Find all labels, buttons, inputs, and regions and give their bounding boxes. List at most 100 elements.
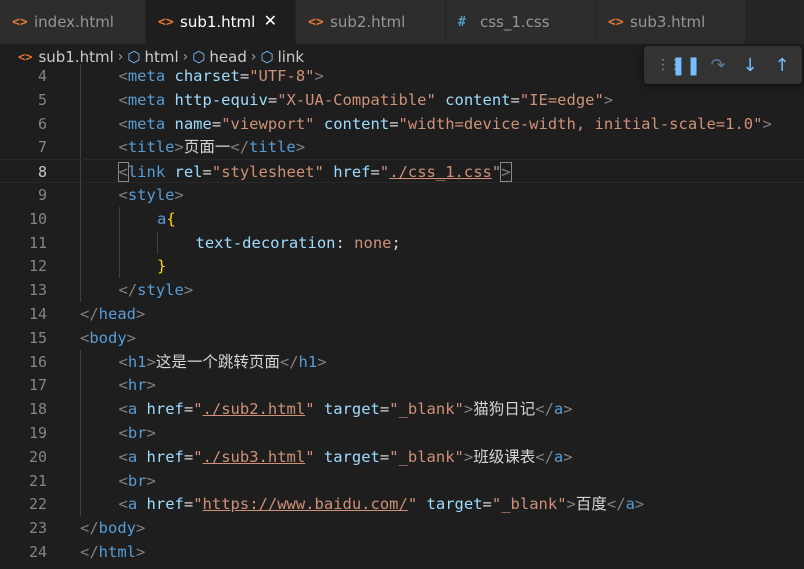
code-line[interactable]: 14 </head>	[0, 302, 804, 326]
indent-guide	[118, 230, 120, 255]
code-token: =	[183, 400, 194, 419]
editor-tab-bar: <> index.html <> sub1.html ✕ <> sub2.htm…	[0, 0, 804, 44]
line-number: 4	[37, 67, 47, 85]
line-number: 15	[28, 328, 47, 347]
code-token: </	[80, 543, 99, 561]
code-line[interactable]: 9 <style>	[0, 183, 804, 207]
code-token: =	[379, 447, 390, 466]
code-line[interactable]: 12}	[0, 254, 804, 279]
indent-guide	[80, 444, 81, 469]
code-line[interactable]: 17 <hr>	[0, 373, 804, 398]
code-token: {	[166, 209, 176, 228]
code-line[interactable]: 15 <body>	[0, 326, 804, 350]
line-number: 24	[28, 543, 47, 561]
close-icon[interactable]: ✕	[264, 11, 277, 30]
code-text: <meta charset="UTF-8">	[119, 64, 324, 88]
code-token: </	[80, 305, 99, 323]
code-token: "X-UA-Compatible"	[277, 90, 436, 109]
html-file-icon: <>	[12, 14, 28, 30]
tab-sub3-html[interactable]: <> sub3.html	[596, 0, 746, 44]
code-line[interactable]: 10 a{	[0, 206, 804, 231]
code-token: =	[267, 90, 278, 109]
code-token: <	[118, 376, 128, 395]
code-token: title	[127, 138, 175, 157]
code-line[interactable]: 7 <title>页面一</title>	[0, 135, 804, 160]
tab-sub2-html[interactable]: <> sub2.html	[296, 0, 446, 44]
code-text: <br>	[119, 421, 156, 445]
indent-guide	[80, 278, 81, 302]
html-file-icon: <>	[308, 14, 324, 30]
code-token: style	[137, 281, 184, 300]
code-token: <	[118, 471, 128, 490]
line-number: 13	[28, 281, 47, 300]
code-token: body	[98, 519, 136, 538]
code-text: text-decoration: none;	[196, 231, 401, 255]
code-token: text-decoration	[195, 233, 336, 252]
code-token: }	[157, 257, 167, 276]
code-token: >	[563, 447, 573, 466]
code-token: ;	[391, 233, 401, 252]
code-token: title	[249, 138, 296, 157]
code-line[interactable]: 22 <a href="https://www.baidu.com/" targe…	[0, 492, 804, 517]
line-number: 23	[28, 519, 47, 538]
chevron-right-icon: ›	[182, 49, 189, 65]
code-text: <meta name="viewport" content="width=dev…	[119, 112, 772, 136]
step-out-icon[interactable]: ↑	[766, 55, 798, 76]
code-token: </	[80, 519, 99, 538]
indent-guide	[80, 183, 81, 207]
debug-toolbar: ⋮⋮ ❚❚ ↷ ↓ ↑	[644, 46, 802, 84]
code-text: </html>	[80, 540, 145, 564]
code-token: href	[146, 447, 184, 466]
code-token: ./sub2.html	[202, 400, 306, 419]
line-number: 14	[28, 305, 47, 323]
step-into-icon[interactable]: ↓	[734, 55, 766, 76]
tab-index-html[interactable]: <> index.html	[0, 0, 146, 44]
code-line[interactable]: 8 <link rel="stylesheet" href="./css_1.cs…	[0, 159, 804, 184]
indent-guide	[80, 87, 81, 112]
pause-icon[interactable]: ❚❚	[670, 55, 702, 76]
code-token: </	[230, 138, 250, 157]
code-editor[interactable]: 4 <meta charset="UTF-8"> 5 <meta http-equiv…	[0, 64, 804, 569]
code-line[interactable]: 18 <a href="./sub2.html" target="_blank">…	[0, 397, 804, 421]
code-line[interactable]: 23 </body>	[0, 516, 804, 540]
code-token: target	[426, 495, 483, 514]
code-line[interactable]: 20 <a href="./sub3.html" target="_blank">…	[0, 444, 804, 469]
tab-sub1-html[interactable]: <> sub1.html ✕	[146, 0, 296, 44]
code-token: target	[323, 400, 380, 419]
code-text: <title>页面一</title>	[119, 135, 306, 159]
indent-guide	[118, 206, 120, 231]
code-line[interactable]: 21 <br>	[0, 468, 804, 493]
code-text: </style>	[119, 278, 194, 302]
code-token: hr	[127, 376, 147, 395]
code-line[interactable]: 24 </html>	[0, 540, 804, 564]
code-token: 猫狗日记	[473, 400, 536, 419]
code-token: meta	[127, 67, 166, 85]
code-line[interactable]: 5 <meta http-equiv="X-UA-Compatible" cont…	[0, 87, 804, 112]
code-token: a	[157, 209, 167, 228]
indent-guide	[80, 373, 81, 398]
code-line[interactable]: 13 </style>	[0, 278, 804, 302]
step-over-icon[interactable]: ↷	[702, 55, 734, 76]
code-line[interactable]: 19 <br>	[0, 421, 804, 445]
code-line[interactable]: 16 <h1>这是一个跳转页面</h1>	[0, 349, 804, 374]
code-line[interactable]: 11 text-decoration: none;	[0, 230, 804, 255]
indent-guide	[80, 468, 81, 493]
code-token: "_blank"	[389, 400, 464, 419]
code-token: >	[146, 376, 156, 395]
code-token: meta	[127, 114, 166, 133]
code-token: html	[98, 543, 136, 561]
indent-guide	[80, 492, 81, 517]
tab-label: sub3.html	[630, 13, 706, 31]
indent-guide	[80, 254, 81, 279]
code-token: =	[379, 400, 390, 419]
code-line[interactable]: 6 <meta name="viewport" content="width=de…	[0, 111, 804, 136]
drag-handle-icon[interactable]: ⋮⋮	[656, 57, 682, 73]
line-number: 17	[28, 376, 47, 395]
code-token: h1	[298, 352, 318, 371]
code-token: >	[146, 471, 156, 490]
code-token: 班级课表	[473, 447, 536, 466]
tab-css-1-css[interactable]: # css_1.css	[446, 0, 596, 44]
